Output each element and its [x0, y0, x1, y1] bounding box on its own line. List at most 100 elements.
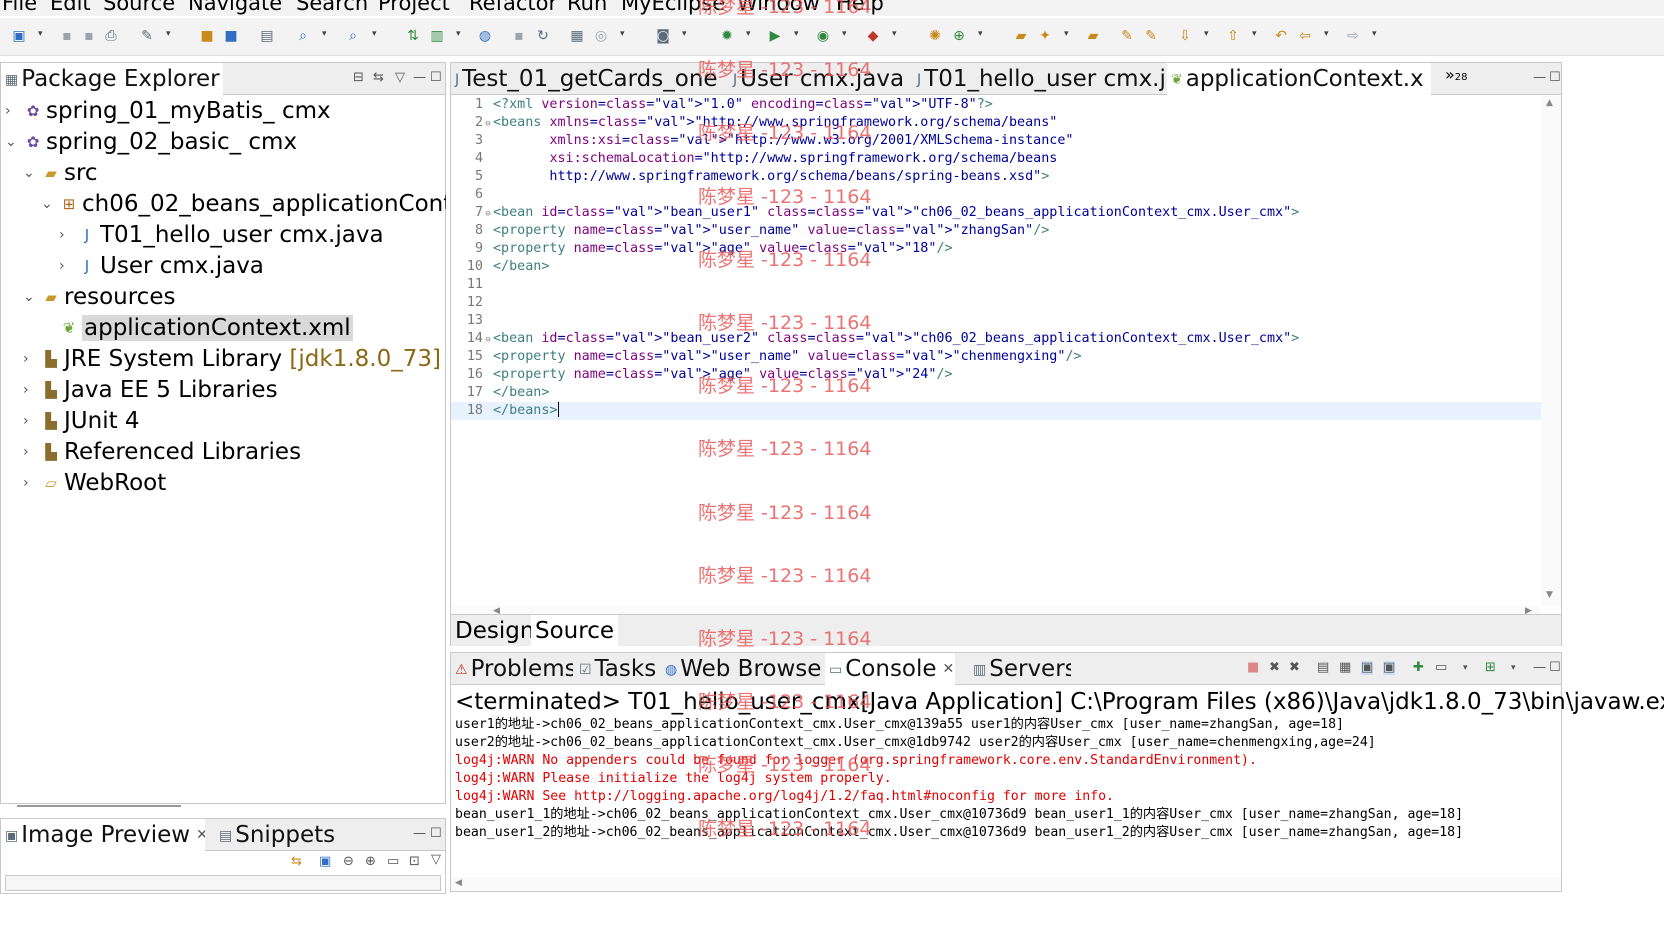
- tree-item[interactable]: ⌄⊞ch06_02_beans_applicationContext_: [41, 189, 446, 219]
- terminate-icon[interactable]: ■: [1247, 661, 1259, 675]
- wizard-dropdown-icon[interactable]: ▾: [166, 29, 171, 39]
- run-config-icon[interactable]: ◉: [814, 27, 832, 45]
- edit-tool-icon[interactable]: ✎: [1118, 27, 1136, 45]
- minimize-icon[interactable]: —: [413, 827, 426, 841]
- tab-test-01-getcards-one[interactable]: J Test_01_getCards_one: [451, 63, 727, 95]
- open-folder-icon[interactable]: ▰: [1012, 27, 1030, 45]
- run-config-dropdown-icon[interactable]: ▾: [842, 29, 847, 39]
- tab-servers[interactable]: ▥ Servers: [969, 653, 1071, 685]
- code-line[interactable]: 12: [451, 294, 1541, 312]
- tab-overflow-button[interactable]: »28: [1445, 65, 1468, 84]
- tab-source[interactable]: Source: [531, 615, 618, 647]
- disabled-tool-icon[interactable]: ▪: [510, 27, 528, 45]
- code-line[interactable]: 9 <property name=class="val">"age" value=…: [451, 240, 1541, 258]
- build-icon[interactable]: ✺: [926, 27, 944, 45]
- tree-item[interactable]: › ▙ JRE System Library [jdk1.8.0_73]: [23, 344, 441, 374]
- forward-dropdown-icon[interactable]: ▾: [1372, 29, 1377, 39]
- code-line[interactable]: 18 </beans>: [451, 402, 1541, 420]
- tree-item[interactable]: ⌄ ▰ src: [23, 158, 98, 188]
- display-console-dropdown-icon[interactable]: ▾: [1463, 661, 1468, 675]
- code-line[interactable]: 4 xsi:schemaLocation="http://www.springf…: [451, 150, 1541, 168]
- close-icon[interactable]: ✕: [943, 661, 955, 677]
- run-dropdown-icon[interactable]: ▾: [794, 29, 799, 39]
- menu-search[interactable]: Search: [296, 0, 368, 15]
- view-menu-icon[interactable]: ▽: [431, 853, 441, 867]
- expand-icon[interactable]: ›: [59, 220, 77, 250]
- expand-icon[interactable]: ›: [23, 406, 41, 436]
- prev-annotation-icon[interactable]: ⇧: [1224, 27, 1242, 45]
- find-dropdown-icon[interactable]: ▾: [372, 29, 377, 39]
- code-line[interactable]: 8 <property name=class="val">"user_name" …: [451, 222, 1541, 240]
- prev-annotation-dropdown-icon[interactable]: ▾: [1252, 29, 1257, 39]
- tree-item[interactable]: › J User cmx.java: [59, 251, 264, 281]
- expand-icon[interactable]: ›: [5, 96, 23, 126]
- close-icon[interactable]: ✕: [196, 827, 205, 843]
- code-line[interactable]: 7 ⊖ <bean id=class="val">"bean_user1" clas…: [451, 204, 1541, 222]
- code-line[interactable]: 13: [451, 312, 1541, 330]
- tree-item[interactable]: ⌄ ✿ spring_02_basic_ cmx: [5, 127, 297, 157]
- menu-navigate[interactable]: Navigate: [188, 0, 282, 15]
- fit-icon[interactable]: ⊡: [409, 855, 420, 869]
- refresh-icon[interactable]: ↻: [534, 27, 552, 45]
- open-console-dropdown-icon[interactable]: ▾: [1511, 661, 1516, 675]
- tab-tasks[interactable]: ☑ Tasks: [575, 653, 659, 685]
- vertical-scrollbar[interactable]: ▲ ▼: [1541, 96, 1561, 606]
- new-icon[interactable]: ▣: [10, 27, 28, 45]
- save-all-icon[interactable]: ▪: [80, 27, 98, 45]
- zoom-out-icon[interactable]: ⊖: [343, 855, 354, 869]
- maximize-icon[interactable]: ☐: [430, 827, 442, 841]
- tab-design[interactable]: Design: [451, 615, 538, 647]
- display-console-icon[interactable]: ▭: [1435, 661, 1447, 675]
- scroll-down-icon[interactable]: ▼: [1546, 590, 1553, 600]
- zoom-in-icon[interactable]: ⊕: [365, 855, 376, 869]
- fold-icon[interactable]: ⊖: [483, 331, 493, 349]
- collapse-icon[interactable]: ⌄: [5, 127, 23, 157]
- console-output[interactable]: user1的地址->ch06_02_beans_applicationConte…: [451, 716, 1561, 876]
- maximize-icon[interactable]: ☐: [1549, 71, 1561, 85]
- tree-item-selected[interactable]: ❦ applicationContext.xml: [41, 313, 353, 343]
- expand-icon[interactable]: ›: [23, 344, 41, 374]
- image-preview-scrollbar[interactable]: [5, 875, 441, 891]
- code-line[interactable]: 1 <?xml version=class="val">"1.0" encodin…: [451, 96, 1541, 114]
- globe-icon[interactable]: ◍: [476, 27, 494, 45]
- add-dropdown-icon[interactable]: ▾: [978, 29, 983, 39]
- collapse-icon[interactable]: ⌄: [41, 189, 59, 219]
- view-menu-icon[interactable]: ▽: [395, 71, 405, 85]
- external-tools-dropdown-icon[interactable]: ▾: [892, 29, 897, 39]
- fold-icon[interactable]: ⊖: [483, 115, 493, 133]
- actual-size-icon[interactable]: ▭: [387, 855, 399, 869]
- forward-icon[interactable]: ⇨: [1344, 27, 1362, 45]
- menu-edit[interactable]: Edit: [50, 0, 91, 15]
- maximize-icon[interactable]: ☐: [430, 71, 442, 85]
- code-line[interactable]: 2 ⊖ <beans xmlns=class="val">"http://www.s…: [451, 114, 1541, 132]
- code-line[interactable]: 10 </bean>: [451, 258, 1541, 276]
- sync-icon[interactable]: ⇆: [291, 855, 302, 869]
- deploy-icon[interactable]: ⇅: [404, 27, 422, 45]
- expand-icon[interactable]: ›: [23, 437, 41, 467]
- collapse-icon[interactable]: ⌄: [23, 158, 41, 188]
- code-line[interactable]: 6: [451, 186, 1541, 204]
- console-tool-icon[interactable]: ▦: [568, 27, 586, 45]
- print-icon[interactable]: ⎙: [102, 27, 120, 45]
- tab-snippets[interactable]: ▤ Snippets: [215, 819, 335, 851]
- scroll-lock-icon[interactable]: ▦: [1339, 661, 1351, 675]
- next-annotation-dropdown-icon[interactable]: ▾: [1204, 29, 1209, 39]
- debug-view-icon[interactable]: ◎: [592, 27, 610, 45]
- show-stdout-icon[interactable]: ▣: [1361, 661, 1374, 675]
- open-console-icon[interactable]: ⊞: [1485, 661, 1496, 675]
- scroll-left-icon[interactable]: ◀: [455, 878, 462, 888]
- tree-item[interactable]: › ▙ JUnit 4: [23, 406, 140, 436]
- tab-image-preview[interactable]: ▣ Image Preview ✕: [1, 819, 205, 851]
- run-icon[interactable]: ▶: [766, 27, 784, 45]
- new-wizard-icon[interactable]: ✎: [138, 27, 156, 45]
- add-icon[interactable]: ⊕: [950, 27, 968, 45]
- expand-icon[interactable]: ›: [23, 375, 41, 405]
- minimize-icon[interactable]: —: [1533, 71, 1546, 85]
- fold-icon[interactable]: ⊖: [483, 205, 493, 223]
- marker-dropdown-icon[interactable]: ▾: [1064, 29, 1069, 39]
- code-line[interactable]: 17 </bean>: [451, 384, 1541, 402]
- maximize-icon[interactable]: ☐: [1549, 661, 1561, 675]
- next-annotation-icon[interactable]: ⇩: [1176, 27, 1194, 45]
- open-type-icon[interactable]: ▤: [258, 27, 276, 45]
- tree-item[interactable]: › J T01_hello_user cmx.java: [59, 220, 384, 250]
